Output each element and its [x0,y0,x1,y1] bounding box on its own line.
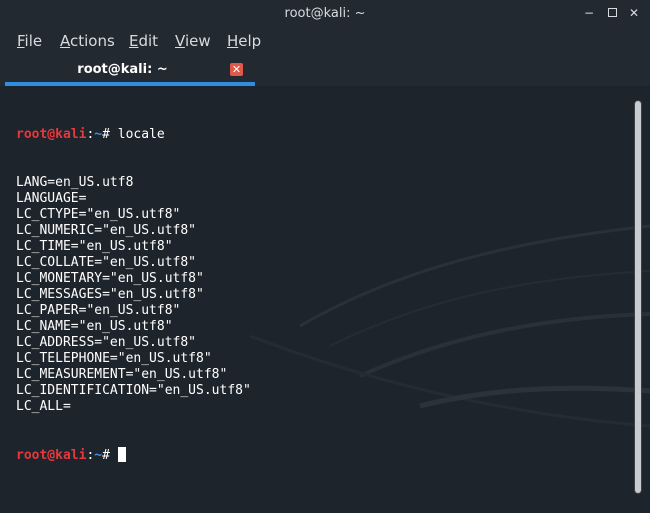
tab-bar: root@kali: ~ ✕ [0,56,650,86]
prompt-symbol: # [102,127,118,142]
menu-edit-label: dit [138,32,159,50]
prompt-path: ~ [94,127,103,142]
menu-file-accel: F [17,32,25,50]
command-line: root@kali:~# locale [16,127,251,143]
output-line: LC_ADDRESS="en_US.utf8" [16,335,197,350]
close-icon: ✕ [628,6,640,20]
maximize-icon [607,8,617,17]
tab-root-kali[interactable]: root@kali: ~ ✕ [5,56,255,86]
terminal-window: root@kali: ~ − ✕ File Actions Edit View … [0,0,650,513]
output-line: LC_IDENTIFICATION="en_US.utf8" [16,383,251,398]
menu-actions-label: ctions [70,32,115,50]
output-lines: LANG=en_US.utf8 LANGUAGE= LC_CTYPE="en_US.… [16,175,251,415]
minimize-button[interactable]: − [582,6,596,20]
menu-actions-accel: A [60,32,70,50]
command-text: locale [117,127,165,142]
menu-help-accel: H [227,32,239,50]
maximize-button[interactable] [605,6,619,20]
menu-view-label: iew [184,32,211,50]
minimize-icon: − [583,6,595,20]
output-line: LANGUAGE= [16,191,87,206]
output-line: LC_MESSAGES="en_US.utf8" [16,287,204,302]
prompt-user: root@kali [16,448,87,463]
output-line: LC_NAME="en_US.utf8" [16,319,173,334]
menu-help-label: elp [238,32,262,50]
prompt-path: ~ [94,448,103,463]
output-line: LC_COLLATE="en_US.utf8" [16,255,197,270]
output-line: LC_MEASUREMENT="en_US.utf8" [16,367,228,382]
scrollbar-thumb[interactable] [635,101,641,493]
scrollbar[interactable] [634,100,642,494]
terminal-output[interactable]: root@kali:~# locale LANG=en_US.utf8 LANGU… [0,86,650,513]
prompt-symbol: # [102,448,118,463]
prompt-user: root@kali [16,127,87,142]
output-line: LC_TIME="en_US.utf8" [16,239,173,254]
tab-close-icon[interactable]: ✕ [230,63,243,76]
menu-edit[interactable]: Edit [129,32,158,50]
active-prompt-line[interactable]: root@kali:~# [16,447,251,463]
menu-bar: File Actions Edit View Help [0,28,650,56]
menu-file[interactable]: File [17,32,42,50]
menu-actions[interactable]: Actions [60,32,115,50]
menu-view-accel: V [175,32,185,50]
output-line: LANG=en_US.utf8 [16,175,134,190]
terminal-text: root@kali:~# locale LANG=en_US.utf8 LANGU… [16,95,251,495]
window-title: root@kali: ~ [284,6,366,21]
output-line: LC_PAPER="en_US.utf8" [16,303,181,318]
menu-view[interactable]: View [175,32,211,50]
output-line: LC_TELEPHONE="en_US.utf8" [16,351,212,366]
menu-help[interactable]: Help [227,32,261,50]
output-line: LC_NUMERIC="en_US.utf8" [16,223,197,238]
menu-file-label: ile [24,32,43,50]
output-line: LC_CTYPE="en_US.utf8" [16,207,181,222]
output-line: LC_MONETARY="en_US.utf8" [16,271,204,286]
text-cursor [117,447,126,462]
output-line: LC_ALL= [16,399,71,414]
title-bar[interactable]: root@kali: ~ − ✕ [0,0,650,28]
tab-label: root@kali: ~ [77,62,168,77]
close-button[interactable]: ✕ [627,6,641,20]
